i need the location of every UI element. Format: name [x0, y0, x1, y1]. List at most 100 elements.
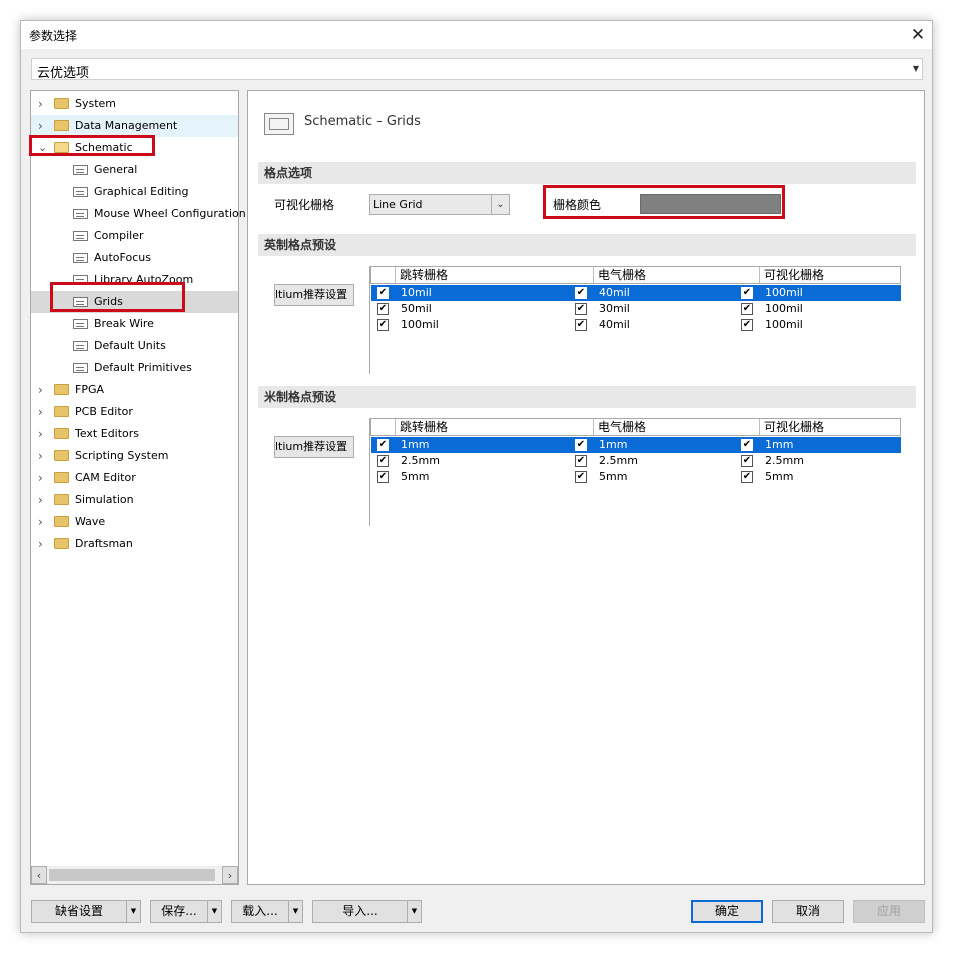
table-header: 跳转栅格 电气栅格 可视化栅格 — [370, 418, 901, 436]
table-row[interactable]: ✔ 2.5mm ✔ 2.5mm ✔ 2.5mm — [371, 453, 901, 469]
tree-item-graphical-editing[interactable]: Graphical Editing — [31, 181, 238, 203]
tree-item-label: PCB Editor — [75, 405, 133, 418]
scroll-right-icon[interactable]: › — [222, 866, 238, 884]
tree-item-break-wire[interactable]: Break Wire — [31, 313, 238, 335]
checkbox[interactable]: ✔ — [575, 319, 587, 331]
tree-horizontal-scrollbar[interactable]: ‹ › — [31, 866, 238, 884]
checkbox[interactable]: ✔ — [377, 303, 389, 315]
highlight-grid-color — [543, 185, 785, 219]
chevron-down-icon[interactable]: ▼ — [207, 901, 221, 922]
checkbox[interactable]: ✔ — [575, 439, 587, 451]
tree-item-label: General — [94, 163, 138, 176]
tree-item-label: CAM Editor — [75, 471, 136, 484]
tree-item-label: Mouse Wheel Configuration — [94, 207, 246, 220]
highlight-grids — [50, 282, 185, 312]
column-header-electrical[interactable]: 电气栅格 — [593, 419, 759, 435]
checkbox[interactable]: ✔ — [377, 455, 389, 467]
column-header-electrical[interactable]: 电气栅格 — [593, 267, 759, 283]
tree-item-label: FPGA — [75, 383, 105, 396]
page-icon — [73, 231, 88, 241]
tree-item-text-editors[interactable]: › Text Editors — [31, 423, 238, 445]
checkbox[interactable]: ✔ — [377, 471, 389, 483]
tree-item-label: Wave — [75, 515, 106, 528]
tree-item-label: Draftsman — [75, 537, 133, 550]
checkbox[interactable]: ✔ — [377, 439, 389, 451]
chevron-right-icon[interactable]: › — [38, 467, 48, 489]
chevron-right-icon[interactable]: › — [38, 379, 48, 401]
save-button[interactable]: 保存... ▼ — [150, 900, 222, 923]
preferences-tree: › System › Data Management ⌄ Schematic G… — [30, 90, 246, 885]
checkbox[interactable]: ✔ — [741, 303, 753, 315]
chevron-right-icon[interactable]: › — [38, 401, 48, 423]
defaults-button[interactable]: 缺省设置 ▼ — [31, 900, 141, 923]
chevron-down-icon[interactable]: ▼ — [288, 901, 302, 922]
checkbox[interactable]: ✔ — [377, 319, 389, 331]
column-header-snap[interactable]: 跳转栅格 — [395, 267, 593, 283]
checkbox[interactable]: ✔ — [575, 455, 587, 467]
checkbox[interactable]: ✔ — [575, 471, 587, 483]
checkbox[interactable]: ✔ — [741, 439, 753, 451]
imperial-recommended-button[interactable]: ltium推荐设置 — [274, 284, 354, 306]
table-row[interactable]: ✔ 5mm ✔ 5mm ✔ 5mm — [371, 469, 901, 485]
checkbox[interactable]: ✔ — [741, 455, 753, 467]
tree-item-default-primitives[interactable]: Default Primitives — [31, 357, 238, 379]
chevron-down-icon[interactable]: ▼ — [126, 901, 140, 922]
table-row[interactable]: ✔ 50mil ✔ 30mil ✔ 100mil — [371, 301, 901, 317]
chevron-right-icon[interactable]: › — [38, 115, 48, 137]
checkbox[interactable]: ✔ — [575, 303, 587, 315]
chevron-down-icon[interactable]: ⌄ — [491, 195, 509, 214]
tree-item-fpga[interactable]: › FPGA — [31, 379, 238, 401]
scrollbar-thumb[interactable] — [49, 869, 215, 881]
chevron-down-icon[interactable]: ▼ — [407, 901, 421, 922]
column-header-visible[interactable]: 可视化栅格 — [759, 267, 899, 283]
highlight-schematic — [29, 135, 155, 156]
tree-item-cam-editor[interactable]: › CAM Editor — [31, 467, 238, 489]
profile-select[interactable]: 云优选项 ▼ — [31, 58, 923, 81]
table-row[interactable]: ✔ 10mil ✔ 40mil ✔ 100mil — [371, 285, 901, 301]
chevron-right-icon[interactable]: › — [38, 489, 48, 511]
tree-item-draftsman[interactable]: › Draftsman — [31, 533, 238, 555]
cell-snap: 10mil — [401, 286, 432, 299]
chevron-right-icon[interactable]: › — [38, 93, 48, 115]
import-button[interactable]: 导入... ▼ — [312, 900, 422, 923]
tree-item-pcb-editor[interactable]: › PCB Editor — [31, 401, 238, 423]
metric-recommended-button[interactable]: ltium推荐设置 — [274, 436, 354, 458]
table-row[interactable]: ✔ 1mm ✔ 1mm ✔ 1mm — [371, 437, 901, 453]
checkbox[interactable]: ✔ — [741, 319, 753, 331]
tree-item-autofocus[interactable]: AutoFocus — [31, 247, 238, 269]
apply-button[interactable]: 应用 — [853, 900, 925, 923]
checkbox[interactable]: ✔ — [575, 287, 587, 299]
close-icon[interactable]: ✕ — [904, 21, 932, 49]
checkbox[interactable]: ✔ — [741, 471, 753, 483]
tree-item-simulation[interactable]: › Simulation — [31, 489, 238, 511]
checkbox[interactable]: ✔ — [741, 287, 753, 299]
tree-item-scripting-system[interactable]: › Scripting System — [31, 445, 238, 467]
cell-snap: 100mil — [401, 318, 439, 331]
cancel-button[interactable]: 取消 — [772, 900, 844, 923]
tree-item-wave[interactable]: › Wave — [31, 511, 238, 533]
visible-grid-select[interactable]: Line Grid ⌄ — [369, 194, 510, 215]
ok-button[interactable]: 确定 — [691, 900, 763, 923]
chevron-right-icon[interactable]: › — [38, 533, 48, 555]
scroll-left-icon[interactable]: ‹ — [31, 866, 47, 884]
chevron-right-icon[interactable]: › — [38, 423, 48, 445]
imperial-grid-table: 跳转栅格 电气栅格 可视化栅格 ✔ 10mil ✔ 40mil ✔ 100mil… — [369, 266, 901, 374]
tree-item-label: Graphical Editing — [94, 185, 189, 198]
tree-item-default-units[interactable]: Default Units — [31, 335, 238, 357]
tree-item-compiler[interactable]: Compiler — [31, 225, 238, 247]
tree-item-mouse-wheel[interactable]: Mouse Wheel Configuration — [31, 203, 246, 225]
tree-item-system[interactable]: › System — [31, 93, 238, 115]
tree-item-data-management[interactable]: › Data Management — [31, 115, 238, 137]
tree-item-general[interactable]: General — [31, 159, 238, 181]
column-header-visible[interactable]: 可视化栅格 — [759, 419, 899, 435]
chevron-right-icon[interactable]: › — [38, 445, 48, 467]
table-row[interactable]: ✔ 100mil ✔ 40mil ✔ 100mil — [371, 317, 901, 333]
chevron-right-icon[interactable]: › — [38, 511, 48, 533]
load-button[interactable]: 载入... ▼ — [231, 900, 303, 923]
checkbox[interactable]: ✔ — [377, 287, 389, 299]
section-imperial-presets: 英制格点预设 — [258, 234, 916, 256]
cell-visible: 100mil — [765, 318, 803, 331]
metric-grid-table: 跳转栅格 电气栅格 可视化栅格 ✔ 1mm ✔ 1mm ✔ 1mm ✔ 2.5m… — [369, 418, 901, 526]
folder-icon — [54, 538, 69, 549]
column-header-snap[interactable]: 跳转栅格 — [395, 419, 593, 435]
